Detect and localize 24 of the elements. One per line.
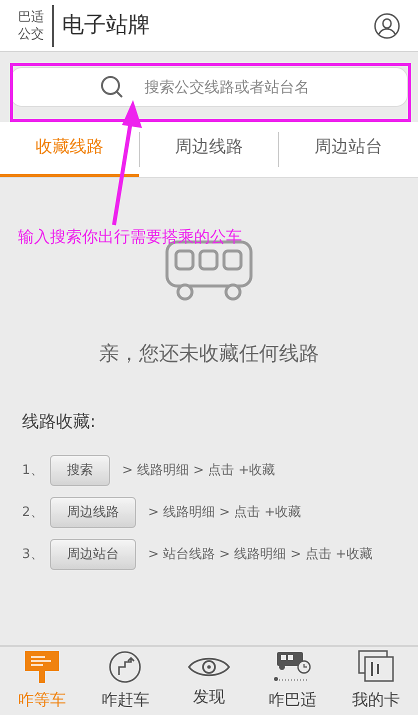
step-button[interactable]: 搜索: [50, 455, 110, 486]
nav-item[interactable]: 咋赶车: [84, 647, 168, 715]
signboard-icon: [24, 650, 60, 684]
app-logo: 巴适 公交: [18, 8, 44, 42]
user-icon[interactable]: [374, 12, 400, 38]
card-icon: [358, 650, 394, 684]
step-button[interactable]: 周边线路: [50, 497, 136, 528]
bus-clock-icon: [272, 650, 313, 684]
guide-title: 线路收藏:: [22, 411, 97, 434]
step-button[interactable]: 周边站台: [50, 539, 136, 570]
step-number: 1、: [22, 462, 44, 480]
empty-message: 亲，您还未收藏任何线路: [99, 340, 319, 367]
nav-item[interactable]: 咋巴适: [250, 647, 334, 715]
nav-item[interactable]: 发现: [167, 647, 251, 715]
step-number: 3、: [22, 546, 44, 564]
step-number: 2、: [22, 504, 44, 522]
annotation-text: 输入搜索你出行需要搭乘的公车: [18, 226, 242, 248]
search-field[interactable]: 搜索公交线路或者站台名: [10, 67, 408, 107]
nav-item[interactable]: 我的卡: [334, 647, 418, 715]
page-title: 电子站牌: [62, 12, 151, 40]
route-icon: [108, 650, 142, 684]
step-path: > 线路明细 > 点击 +收藏: [148, 504, 302, 522]
step-path: > 线路明细 > 点击 +收藏: [122, 462, 276, 480]
step-path: > 站台线路 > 线路明细 > 点击 +收藏: [148, 546, 372, 564]
